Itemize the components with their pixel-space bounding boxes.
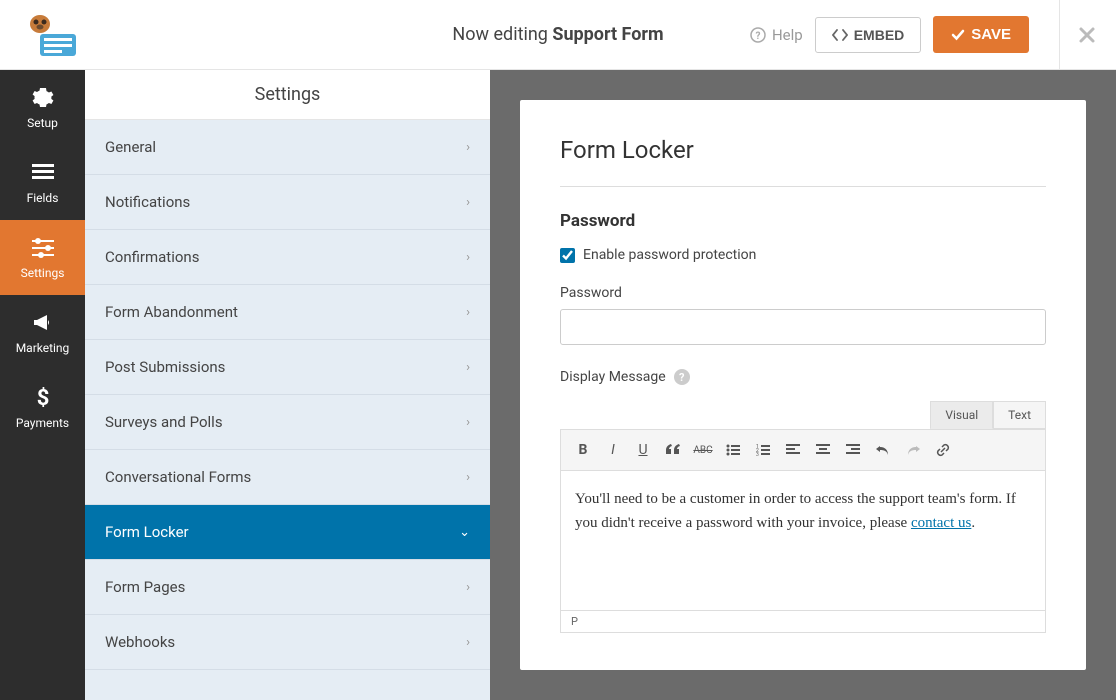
chevron-right-icon: › bbox=[466, 415, 470, 430]
settings-item-label: Webhooks bbox=[105, 633, 175, 651]
chevron-right-icon: › bbox=[466, 360, 470, 375]
settings-item-label: Form Pages bbox=[105, 578, 185, 596]
nav-settings[interactable]: Settings bbox=[0, 220, 85, 295]
settings-item-label: Confirmations bbox=[105, 248, 199, 266]
chevron-right-icon: › bbox=[466, 195, 470, 210]
chevron-right-icon: › bbox=[466, 305, 470, 320]
chevron-right-icon: › bbox=[466, 250, 470, 265]
underline-button[interactable]: U bbox=[629, 436, 657, 464]
chevron-right-icon: › bbox=[466, 635, 470, 650]
close-button[interactable] bbox=[1059, 0, 1096, 70]
align-center-button[interactable] bbox=[809, 436, 837, 464]
help-tooltip-icon[interactable]: ? bbox=[674, 369, 690, 385]
contact-us-link[interactable]: contact us bbox=[911, 515, 971, 531]
editing-label: Now editing Support Form bbox=[452, 24, 663, 45]
align-right-button[interactable] bbox=[839, 436, 867, 464]
password-label: Password bbox=[560, 285, 1046, 301]
editor-status-path: P bbox=[560, 611, 1046, 633]
nav-marketing[interactable]: Marketing bbox=[0, 295, 85, 370]
svg-text:$: $ bbox=[36, 387, 49, 409]
strikethrough-button[interactable]: ABC bbox=[689, 436, 717, 464]
embed-button[interactable]: EMBED bbox=[815, 17, 922, 53]
redo-button[interactable] bbox=[899, 436, 927, 464]
chevron-down-icon: ⌄ bbox=[459, 525, 470, 540]
help-icon: ? bbox=[750, 27, 766, 43]
chevron-right-icon: › bbox=[466, 470, 470, 485]
settings-item-webhooks[interactable]: Webhooks › bbox=[85, 615, 490, 670]
editor-toolbar: B I U ABC 123 bbox=[560, 429, 1046, 471]
settings-item-label: General bbox=[105, 138, 156, 156]
settings-header: Settings bbox=[85, 70, 490, 120]
settings-list: General › Notifications › Confirmations › F… bbox=[85, 120, 490, 700]
nav-label: Setup bbox=[27, 116, 58, 130]
undo-button[interactable] bbox=[869, 436, 897, 464]
close-icon bbox=[1078, 26, 1096, 44]
save-button[interactable]: SAVE bbox=[933, 16, 1029, 53]
nav-setup[interactable]: Setup bbox=[0, 70, 85, 145]
nav-payments[interactable]: $ Payments bbox=[0, 370, 85, 445]
embed-label: EMBED bbox=[854, 27, 905, 43]
settings-item-surveys-polls[interactable]: Surveys and Polls › bbox=[85, 395, 490, 450]
settings-item-form-locker[interactable]: Form Locker ⌄ bbox=[85, 505, 490, 560]
checkbox-label: Enable password protection bbox=[583, 247, 756, 263]
editor-tab-visual[interactable]: Visual bbox=[930, 401, 993, 429]
dollar-icon: $ bbox=[31, 386, 55, 410]
check-icon bbox=[951, 28, 965, 42]
nav-label: Marketing bbox=[16, 341, 70, 355]
settings-item-label: Form Locker bbox=[105, 523, 189, 541]
settings-item-form-pages[interactable]: Form Pages › bbox=[85, 560, 490, 615]
settings-item-conversational-forms[interactable]: Conversational Forms › bbox=[85, 450, 490, 505]
link-button[interactable] bbox=[929, 436, 957, 464]
code-icon bbox=[832, 28, 848, 42]
chevron-right-icon: › bbox=[466, 140, 470, 155]
sliders-icon bbox=[31, 236, 55, 260]
svg-text:3: 3 bbox=[756, 452, 759, 456]
settings-item-general[interactable]: General › bbox=[85, 120, 490, 175]
help-link[interactable]: ? Help bbox=[750, 26, 803, 44]
enable-password-checkbox[interactable] bbox=[560, 248, 575, 263]
wpforms-logo[interactable] bbox=[20, 10, 80, 60]
chevron-right-icon: › bbox=[466, 580, 470, 595]
bold-button[interactable]: B bbox=[569, 436, 597, 464]
align-left-button[interactable] bbox=[779, 436, 807, 464]
left-nav: Setup Fields Settings Marketing $ Paymen… bbox=[0, 70, 85, 700]
bullet-list-button[interactable] bbox=[719, 436, 747, 464]
blockquote-button[interactable] bbox=[659, 436, 687, 464]
settings-item-confirmations[interactable]: Confirmations › bbox=[85, 230, 490, 285]
save-label: SAVE bbox=[971, 26, 1011, 43]
list-icon bbox=[31, 161, 55, 185]
nav-fields[interactable]: Fields bbox=[0, 145, 85, 220]
nav-label: Fields bbox=[27, 191, 59, 205]
editor-tab-text[interactable]: Text bbox=[993, 401, 1046, 429]
settings-item-label: Notifications bbox=[105, 193, 190, 211]
password-input[interactable] bbox=[560, 309, 1046, 345]
settings-item-label: Form Abandonment bbox=[105, 303, 238, 321]
enable-password-checkbox-row[interactable]: Enable password protection bbox=[560, 247, 1046, 263]
settings-item-label: Conversational Forms bbox=[105, 468, 251, 486]
svg-text:?: ? bbox=[755, 31, 760, 42]
settings-item-post-submissions[interactable]: Post Submissions › bbox=[85, 340, 490, 395]
nav-label: Settings bbox=[21, 266, 65, 280]
nav-label: Payments bbox=[16, 416, 69, 430]
settings-item-label: Surveys and Polls bbox=[105, 413, 223, 431]
italic-button[interactable]: I bbox=[599, 436, 627, 464]
bullhorn-icon bbox=[31, 311, 55, 335]
numbered-list-button[interactable]: 123 bbox=[749, 436, 777, 464]
section-title: Password bbox=[560, 211, 1046, 231]
editor-content[interactable]: You'll need to be a customer in order to… bbox=[560, 471, 1046, 611]
gear-icon bbox=[31, 86, 55, 110]
display-message-label: Display Message ? bbox=[560, 369, 1046, 385]
settings-item-label: Post Submissions bbox=[105, 358, 225, 376]
settings-item-form-abandonment[interactable]: Form Abandonment › bbox=[85, 285, 490, 340]
panel-card: Form Locker Password Enable password pro… bbox=[520, 100, 1086, 670]
settings-item-notifications[interactable]: Notifications › bbox=[85, 175, 490, 230]
help-label: Help bbox=[772, 26, 803, 44]
panel-title: Form Locker bbox=[560, 136, 1046, 187]
